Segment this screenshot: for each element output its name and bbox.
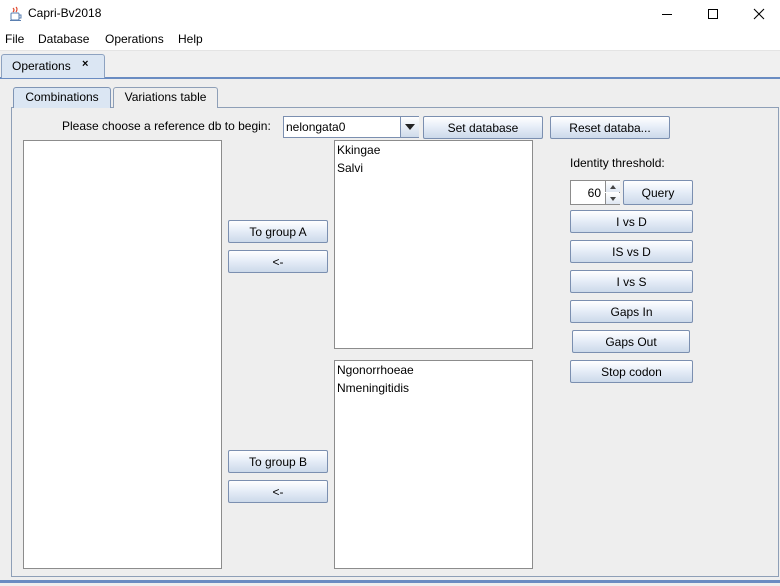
spinner-down-button[interactable]: [605, 193, 620, 204]
triangle-up-icon: [610, 184, 616, 189]
to-group-a-button[interactable]: To group A: [228, 220, 328, 243]
list-item[interactable]: Nmeningitidis: [335, 379, 532, 397]
remove-from-group-b-button[interactable]: <-: [228, 480, 328, 503]
minimize-button[interactable]: [644, 0, 690, 28]
i-vs-s-button[interactable]: I vs S: [570, 270, 693, 293]
maximize-button[interactable]: [690, 0, 736, 28]
list-item[interactable]: Ngonorrhoeae: [335, 361, 532, 379]
menu-bar: File Database Operations Help: [0, 28, 780, 51]
source-list[interactable]: [23, 140, 222, 569]
tab-combinations-label: Combinations: [25, 90, 99, 104]
remove-from-group-a-button[interactable]: <-: [228, 250, 328, 273]
identity-threshold-label: Identity threshold:: [570, 156, 665, 170]
reference-db-prompt: Please choose a reference db to begin:: [62, 119, 271, 133]
window-title: Capri-Bv2018: [28, 6, 102, 20]
reference-db-select[interactable]: nelongata0: [283, 116, 419, 138]
tab-variations-table[interactable]: Variations table: [113, 87, 218, 108]
threshold-value: 60: [587, 186, 601, 200]
gaps-out-button[interactable]: Gaps Out: [572, 330, 690, 353]
identity-threshold-spinner[interactable]: 60: [570, 180, 620, 205]
triangle-down-icon: [610, 196, 616, 201]
tab-operations[interactable]: Operations ×: [1, 54, 105, 78]
reset-database-button[interactable]: Reset databa...: [550, 116, 670, 139]
tab-close-icon[interactable]: ×: [82, 58, 88, 70]
minimize-icon: [662, 14, 672, 15]
dropdown-arrow-button[interactable]: [400, 117, 419, 137]
gaps-in-button[interactable]: Gaps In: [570, 300, 693, 323]
title-bar: Capri-Bv2018: [0, 0, 780, 28]
group-a-list[interactable]: Kkingae Salvi: [334, 140, 533, 349]
menu-database[interactable]: Database: [38, 32, 89, 46]
triangle-down-icon: [405, 124, 415, 130]
is-vs-d-button[interactable]: IS vs D: [570, 240, 693, 263]
group-b-list[interactable]: Ngonorrhoeae Nmeningitidis: [334, 360, 533, 569]
tab-combinations[interactable]: Combinations: [13, 87, 111, 108]
panel-bottom-border: [0, 580, 780, 583]
stop-codon-button[interactable]: Stop codon: [570, 360, 693, 383]
tab-variations-label: Variations table: [124, 90, 207, 104]
close-icon: [753, 8, 765, 20]
list-item[interactable]: Salvi: [335, 159, 532, 177]
set-database-button[interactable]: Set database: [423, 116, 543, 139]
java-cup-icon: [8, 6, 24, 22]
reference-db-value: nelongata0: [286, 120, 346, 134]
spinner-up-button[interactable]: [605, 181, 620, 192]
menu-help[interactable]: Help: [178, 32, 203, 46]
maximize-icon: [708, 9, 718, 19]
close-window-button[interactable]: [736, 0, 780, 28]
query-button[interactable]: Query: [623, 180, 693, 205]
tab-operations-label: Operations: [12, 59, 71, 73]
menu-operations[interactable]: Operations: [105, 32, 164, 46]
list-item[interactable]: Kkingae: [335, 141, 532, 159]
to-group-b-button[interactable]: To group B: [228, 450, 328, 473]
i-vs-d-button[interactable]: I vs D: [570, 210, 693, 233]
menu-file[interactable]: File: [5, 32, 24, 46]
